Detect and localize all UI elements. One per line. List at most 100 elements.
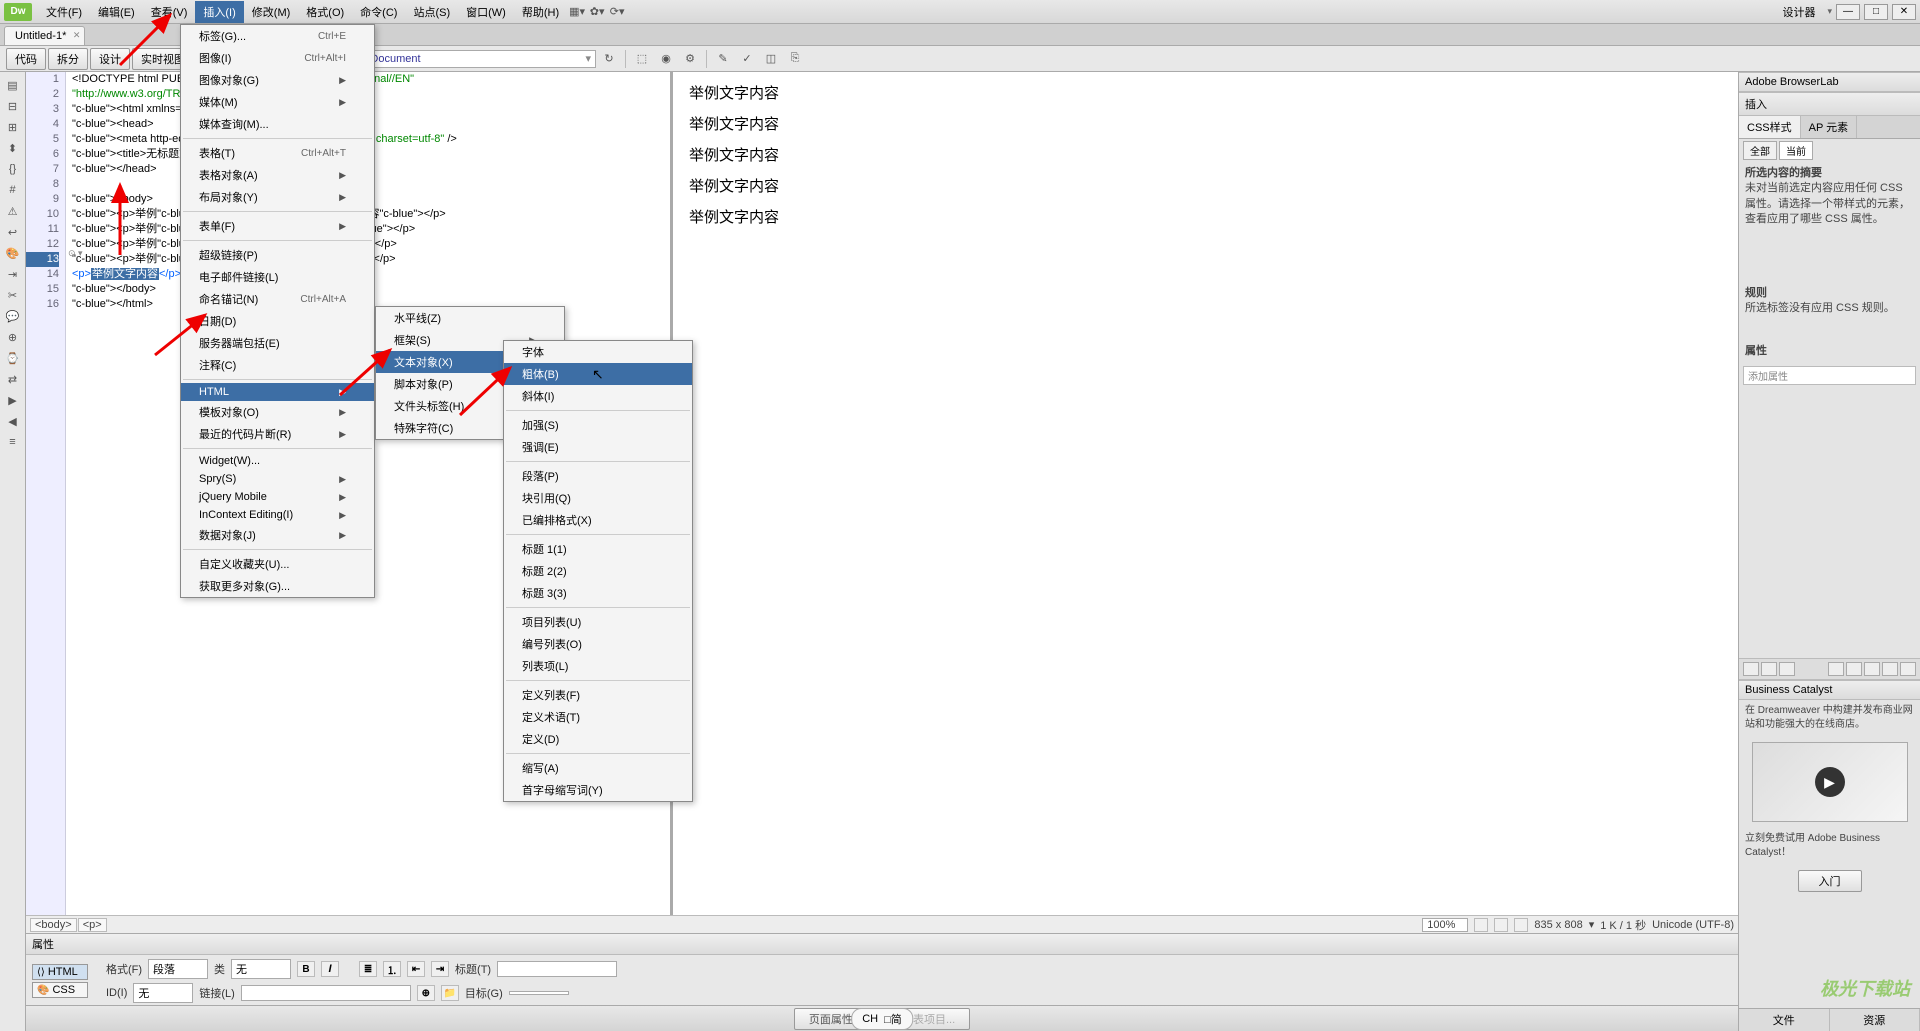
- assets-tab[interactable]: 资源: [1830, 1009, 1920, 1031]
- show-category-icon[interactable]: [1743, 662, 1759, 676]
- menu-item-g[interactable]: 标签(G)...Ctrl+E: [181, 25, 374, 47]
- minimize-button[interactable]: —: [1836, 4, 1860, 20]
- menu-编辑[interactable]: 编辑(E): [90, 1, 143, 23]
- menu-item-x[interactable]: 已编排格式(X): [504, 509, 692, 531]
- preview-paragraph[interactable]: 举例文字内容: [689, 206, 1722, 227]
- ime-indicator[interactable]: CH □简: [851, 1008, 913, 1030]
- menu-item-g[interactable]: 图像对象(G)▶: [181, 69, 374, 91]
- props-css-mode[interactable]: 🎨 CSS: [32, 982, 88, 998]
- menu-item-incontexteditingi[interactable]: InContext Editing(I)▶: [181, 506, 374, 524]
- maximize-button[interactable]: □: [1864, 4, 1888, 20]
- title-icon[interactable]: ✎: [712, 49, 734, 69]
- target-select[interactable]: [509, 991, 569, 995]
- css-styles-tab[interactable]: CSS样式: [1739, 116, 1801, 138]
- id-select[interactable]: 无: [133, 983, 193, 1003]
- ap-elements-tab[interactable]: AP 元素: [1801, 116, 1858, 138]
- css-all-tab[interactable]: 全部: [1743, 141, 1777, 160]
- menu-item-j[interactable]: 数据对象(J)▶: [181, 524, 374, 546]
- browse-folder-icon[interactable]: 📁: [441, 985, 459, 1001]
- menu-item-l[interactable]: 电子邮件链接(L): [181, 266, 374, 288]
- ul-button[interactable]: ≣: [359, 961, 377, 977]
- menu-item-d[interactable]: 日期(D): [181, 310, 374, 332]
- open-documents-icon[interactable]: ▤: [3, 76, 23, 94]
- menu-item-a[interactable]: 缩写(A): [504, 757, 692, 779]
- menu-帮助[interactable]: 帮助(H): [514, 1, 567, 23]
- extend-icon[interactable]: ✿▾: [587, 4, 607, 20]
- tag-crumb[interactable]: <p>: [78, 918, 107, 932]
- link-input[interactable]: [241, 985, 411, 1001]
- preview-paragraph[interactable]: 举例文字内容: [689, 113, 1722, 134]
- css-current-tab[interactable]: 当前: [1779, 141, 1813, 160]
- view-拆分[interactable]: 拆分: [48, 48, 88, 70]
- menu-item-s[interactable]: 加强(S): [504, 414, 692, 436]
- layout-icon[interactable]: ▦▾: [567, 4, 587, 20]
- menu-item-t[interactable]: 表格(T)Ctrl+Alt+T: [181, 142, 374, 164]
- point-to-file-icon[interactable]: ⊕: [417, 985, 435, 1001]
- menu-插入[interactable]: 插入(I): [195, 1, 243, 23]
- bc-video-thumbnail[interactable]: ▶: [1752, 742, 1908, 822]
- close-tab-icon[interactable]: ✕: [73, 30, 81, 41]
- menu-item-i[interactable]: 斜体(I): [504, 385, 692, 407]
- menu-item-a[interactable]: 表格对象(A)▶: [181, 164, 374, 186]
- view-options-icon[interactable]: ⚙: [679, 49, 701, 69]
- refresh-icon[interactable]: ↻: [598, 49, 620, 69]
- new-rule-icon[interactable]: [1846, 662, 1862, 676]
- menu-item-p[interactable]: 超级链接(P): [181, 244, 374, 266]
- menu-item-f[interactable]: 表单(F)▶: [181, 215, 374, 237]
- ol-button[interactable]: ⒈: [383, 961, 401, 977]
- visual-aids-icon[interactable]: ◫: [760, 49, 782, 69]
- preview-paragraph[interactable]: 举例文字内容: [689, 175, 1722, 196]
- menu-item-i[interactable]: 图像(I)Ctrl+Alt+I: [181, 47, 374, 69]
- select-parent-icon[interactable]: ⬍: [3, 139, 23, 157]
- word-wrap-icon[interactable]: ↩: [3, 223, 23, 241]
- menu-item-widgetw[interactable]: Widget(W)...: [181, 452, 374, 470]
- delete-rule-icon[interactable]: [1900, 662, 1916, 676]
- recent-snippets-icon[interactable]: ⌚: [3, 349, 23, 367]
- auto-indent-icon[interactable]: ⇥: [3, 265, 23, 283]
- menu-命令[interactable]: 命令(C): [352, 1, 405, 23]
- syntax-color-icon[interactable]: 🎨: [3, 244, 23, 262]
- menu-修改[interactable]: 修改(M): [244, 1, 299, 23]
- menu-item-r[interactable]: 最近的代码片断(R)▶: [181, 423, 374, 445]
- sync-icon[interactable]: ⟳▾: [607, 4, 627, 20]
- menu-item-sprys[interactable]: Spry(S)▶: [181, 470, 374, 488]
- menu-item-[interactable]: 字体: [504, 341, 692, 363]
- browserlab-panel-title[interactable]: Adobe BrowserLab: [1739, 72, 1920, 92]
- select-tool-icon[interactable]: [1494, 918, 1508, 932]
- menu-item-c[interactable]: 注释(C): [181, 354, 374, 376]
- menu-item-u[interactable]: 自定义收藏夹(U)...: [181, 553, 374, 575]
- menu-item-y[interactable]: 首字母缩写词(Y): [504, 779, 692, 801]
- indent-icon[interactable]: ▶: [3, 391, 23, 409]
- menu-item-g[interactable]: 获取更多对象(G)...: [181, 575, 374, 597]
- italic-button[interactable]: I: [321, 961, 339, 977]
- format-select[interactable]: 段落: [148, 959, 208, 979]
- outdent-icon[interactable]: ◀: [3, 412, 23, 430]
- live-code-icon[interactable]: ⬚: [631, 49, 653, 69]
- show-set-icon[interactable]: [1779, 662, 1795, 676]
- menu-item-d[interactable]: 定义(D): [504, 728, 692, 750]
- menu-item-y[interactable]: 布局对象(Y)▶: [181, 186, 374, 208]
- menu-item-html[interactable]: HTML▶: [181, 383, 374, 401]
- menu-item-e[interactable]: 强调(E): [504, 436, 692, 458]
- menu-item-22[interactable]: 标题 2(2): [504, 560, 692, 582]
- close-button[interactable]: ✕: [1892, 4, 1916, 20]
- menu-item-u[interactable]: 项目列表(U): [504, 611, 692, 633]
- menu-item-t[interactable]: 定义术语(T): [504, 706, 692, 728]
- view-代码[interactable]: 代码: [6, 48, 46, 70]
- show-list-icon[interactable]: [1761, 662, 1777, 676]
- document-tab[interactable]: Untitled-1* ✕: [4, 26, 85, 45]
- menu-item-o[interactable]: 编号列表(O): [504, 633, 692, 655]
- menu-查看[interactable]: 查看(V): [143, 1, 196, 23]
- browser-nav-icon[interactable]: ◉: [655, 49, 677, 69]
- menu-item-f[interactable]: 定义列表(F): [504, 684, 692, 706]
- menu-站点[interactable]: 站点(S): [405, 1, 458, 23]
- view-设计[interactable]: 设计: [90, 48, 130, 70]
- validate-icon[interactable]: ⎘: [784, 49, 806, 69]
- outdent-button[interactable]: ⇤: [407, 961, 425, 977]
- format-source-icon[interactable]: ≡: [3, 433, 23, 451]
- check-icon[interactable]: ✓: [736, 49, 758, 69]
- menu-item-jquerymobile[interactable]: jQuery Mobile▶: [181, 488, 374, 506]
- class-select[interactable]: 无: [231, 959, 291, 979]
- design-view[interactable]: 举例文字内容举例文字内容举例文字内容举例文字内容举例文字内容: [671, 72, 1738, 915]
- menu-格式[interactable]: 格式(O): [298, 1, 352, 23]
